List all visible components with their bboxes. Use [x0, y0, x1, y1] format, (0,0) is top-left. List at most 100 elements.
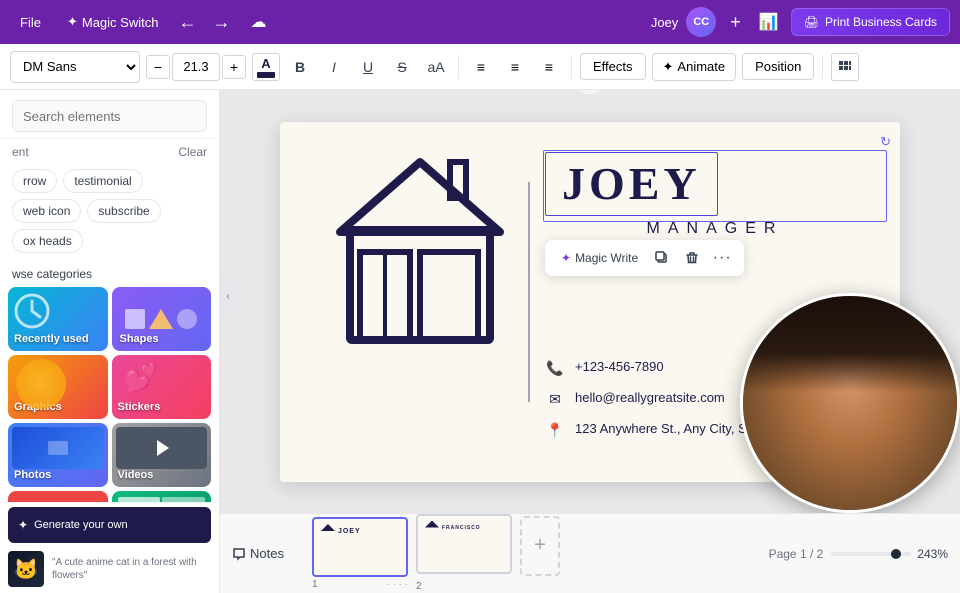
align-center-button[interactable]: ≡: [501, 53, 529, 81]
bold-button[interactable]: B: [286, 53, 314, 81]
main-layout: ent Clear rrow testimonial web icon subs…: [0, 90, 960, 593]
print-button[interactable]: 🖨 Print Business Cards: [791, 8, 950, 36]
username-label: Joey: [651, 15, 678, 30]
card-title-text: MANAGER: [545, 220, 885, 238]
clear-button[interactable]: Clear: [178, 145, 207, 159]
more-options-button[interactable]: ···: [708, 244, 736, 272]
category-recently-used[interactable]: Recently used: [8, 287, 108, 351]
align-left-button[interactable]: ≡: [467, 53, 495, 81]
email-icon: ✉: [545, 390, 565, 410]
zoom-track[interactable]: [831, 552, 911, 556]
tag-arrow[interactable]: rrow: [12, 169, 57, 193]
email-text: hello@reallygreatsite.com: [575, 389, 725, 407]
analytics-icon[interactable]: 📊: [755, 8, 783, 36]
copy-button[interactable]: [648, 244, 676, 272]
card-name-box: JOEY: [545, 152, 718, 216]
generate-label: Generate your own: [34, 519, 128, 531]
magic-switch-btn[interactable]: ✦ Magic Switch: [59, 10, 166, 34]
generate-own-button[interactable]: ✦ Generate your own: [8, 507, 211, 543]
category-graphics[interactable]: Graphics: [8, 355, 108, 419]
user-avatar[interactable]: CC: [686, 7, 716, 37]
phone-text: +123-456-7890: [575, 358, 664, 376]
tag-web-icon[interactable]: web icon: [12, 199, 81, 223]
magic-switch-icon: ✦: [67, 14, 78, 30]
file-menu[interactable]: File: [10, 11, 51, 34]
font-family-select[interactable]: DM Sans: [10, 51, 140, 83]
redo-button[interactable]: →: [208, 8, 234, 37]
format-toolbar: DM Sans − + A B I U S aA ≡ ≡ ≡ Effects ✦…: [0, 44, 960, 90]
effects-button[interactable]: Effects: [580, 53, 646, 80]
zoom-thumb[interactable]: [891, 549, 901, 559]
category-photos-label: Photos: [14, 469, 51, 481]
add-collaborator-button[interactable]: +: [724, 10, 747, 35]
page1-thumb-wrapper: JOEY 1 · · · ·: [312, 517, 408, 590]
category-stickers[interactable]: 💕 Stickers: [112, 355, 212, 419]
recent-label: ent: [12, 145, 29, 159]
category-grid: Recently used Shapes Graphics 💕 Stickers: [0, 287, 219, 502]
person-face: [743, 296, 957, 510]
add-page-button[interactable]: +: [520, 516, 560, 576]
canvas-viewport[interactable]: JOEY ↻ MANAGER ✦ Magic Write: [220, 90, 960, 513]
print-icon: 🖨: [804, 15, 819, 29]
undo-button[interactable]: ←: [174, 8, 200, 37]
delete-button[interactable]: [678, 244, 706, 272]
ai-preview-row: 🐱 "A cute anime cat in a forest with flo…: [0, 547, 219, 593]
category-shapes[interactable]: Shapes: [112, 287, 212, 351]
notes-label: Notes: [250, 546, 284, 561]
case-button[interactable]: aA: [422, 53, 450, 81]
ai-preview-thumb: 🐱: [8, 551, 44, 587]
italic-button[interactable]: I: [320, 53, 348, 81]
strikethrough-button[interactable]: S: [388, 53, 416, 81]
underline-button[interactable]: U: [354, 53, 382, 81]
page2-thumb-wrapper: FRANCISCO 2: [416, 514, 512, 593]
font-size-group: − +: [146, 53, 246, 81]
category-recently-used-label: Recently used: [14, 333, 89, 345]
tag-subscribe[interactable]: subscribe: [87, 199, 160, 223]
toolbar-divider-2: [571, 55, 572, 79]
magic-write-icon: ✦: [561, 251, 571, 265]
cloud-save-icon[interactable]: ☁: [242, 8, 274, 36]
ai-generate-section: ✦ Generate your own: [0, 502, 219, 547]
topbar-right: Joey CC + 📊 🖨 Print Business Cards: [651, 7, 950, 37]
browse-label: wse categories: [0, 261, 219, 287]
category-photos[interactable]: Photos: [8, 423, 108, 487]
canvas-collapse-handle[interactable]: ∧: [577, 90, 602, 95]
font-size-input[interactable]: [172, 53, 220, 81]
tag-heads[interactable]: ox heads: [12, 229, 83, 253]
canvas-area: JOEY ↻ MANAGER ✦ Magic Write: [220, 90, 960, 593]
toolbar-divider-1: [458, 55, 459, 79]
category-shapes-label: Shapes: [120, 333, 159, 345]
sidebar: ent Clear rrow testimonial web icon subs…: [0, 90, 220, 593]
card-name-container[interactable]: JOEY ↻: [545, 152, 885, 220]
page2-thumbnail[interactable]: FRANCISCO: [416, 514, 512, 574]
page1-thumbnail[interactable]: JOEY: [312, 517, 408, 577]
house-illustration: [330, 152, 510, 392]
position-button[interactable]: Position: [742, 53, 814, 80]
align-right-button[interactable]: ≡: [535, 53, 563, 81]
sidebar-collapse-handle[interactable]: ‹: [220, 277, 236, 317]
search-input[interactable]: [12, 100, 207, 132]
notes-button[interactable]: Notes: [232, 546, 284, 561]
tag-testimonial[interactable]: testimonial: [63, 169, 142, 193]
rotate-handle[interactable]: ↻: [880, 134, 891, 150]
text-color-button[interactable]: A: [252, 53, 280, 81]
category-charts[interactable]: arts: [8, 491, 108, 502]
page-info: Page 1 / 2: [769, 547, 824, 561]
font-size-increase[interactable]: +: [222, 55, 246, 79]
bottom-panel: Notes JOEY 1 · · · ·: [220, 513, 960, 593]
magic-write-bar: ✦ Magic Write ···: [545, 240, 744, 276]
animate-button[interactable]: ✦ Animate: [652, 53, 737, 81]
magic-write-button[interactable]: ✦ Magic Write: [553, 247, 646, 269]
page1-dots: · · · ·: [386, 579, 408, 590]
zoom-value: 243%: [917, 547, 948, 561]
toolbar-divider-3: [822, 55, 823, 79]
zoom-bar: 243%: [831, 547, 948, 561]
category-videos-label: Videos: [118, 469, 154, 481]
phone-icon: 📞: [545, 359, 565, 379]
category-videos[interactable]: Videos: [112, 423, 212, 487]
grid-button[interactable]: [831, 53, 859, 81]
font-size-decrease[interactable]: −: [146, 55, 170, 79]
category-tables[interactable]: Tables: [112, 491, 212, 502]
page1-thumb-name: JOEY: [338, 528, 361, 535]
location-icon: 📍: [545, 421, 565, 441]
